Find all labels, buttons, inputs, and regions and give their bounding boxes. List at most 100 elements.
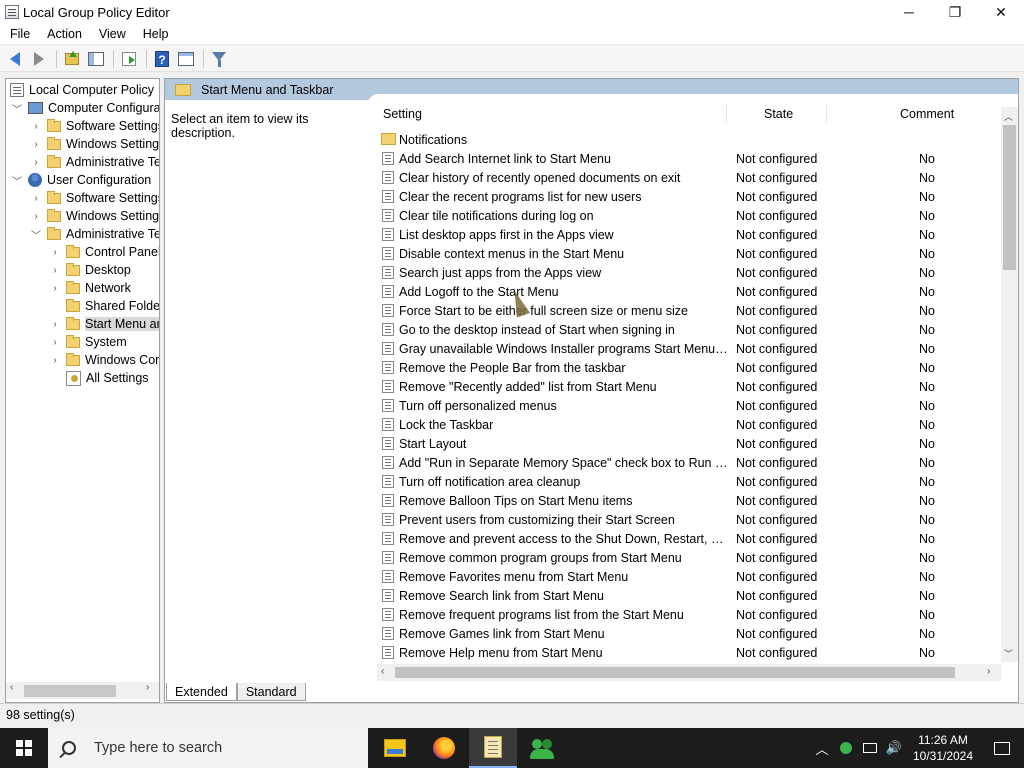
tree-item-shared-folders[interactable]: Shared Folder — [66, 297, 159, 315]
taskbar-firefox[interactable] — [420, 728, 468, 768]
show-hidden-icons-chevron-icon[interactable]: ︿ — [810, 728, 834, 768]
table-row[interactable]: Clear the recent programs list for new u… — [368, 187, 998, 206]
column-divider[interactable] — [726, 105, 727, 123]
table-row[interactable]: Remove common program groups from Start … — [368, 548, 998, 567]
table-row[interactable]: Remove Help menu from Start Menu Not conf… — [368, 643, 998, 660]
tree-item-user-administrative-templates[interactable]: ﹀ Administrative Te — [31, 225, 159, 243]
table-row[interactable]: List desktop apps first in the Apps view… — [368, 225, 998, 244]
table-row[interactable]: Search just apps from the Apps view Not c… — [368, 263, 998, 282]
tree-item-user-windows-settings[interactable]: › Windows Setting — [31, 207, 159, 225]
column-header-comment[interactable]: Comment — [900, 103, 954, 125]
chevron-down-icon[interactable]: ﹀ — [31, 229, 41, 242]
menu-view[interactable]: View — [89, 27, 133, 41]
view-button[interactable] — [175, 48, 197, 70]
column-header-state[interactable]: State — [764, 103, 793, 125]
forward-button[interactable] — [28, 48, 50, 70]
user-status-icon[interactable] — [834, 728, 858, 768]
chevron-right-icon[interactable]: › — [31, 211, 41, 222]
table-row[interactable]: Disable context menus in the Start Menu N… — [368, 244, 998, 263]
table-row[interactable]: Remove Search link from Start Menu Not co… — [368, 586, 998, 605]
menu-action[interactable]: Action — [37, 27, 89, 41]
tree-item-start-menu-and-taskbar[interactable]: › Start Menu ar — [50, 315, 159, 333]
column-header-setting[interactable]: Setting — [383, 103, 422, 125]
taskbar-users[interactable] — [518, 728, 566, 768]
table-row[interactable]: Remove "Recently added" list from Start … — [368, 377, 998, 396]
table-row[interactable]: Remove the People Bar from the taskbar No… — [368, 358, 998, 377]
tree-item-network[interactable]: › Network — [50, 279, 131, 297]
up-one-level-button[interactable] — [61, 48, 83, 70]
back-button[interactable] — [4, 48, 26, 70]
menu-help[interactable]: Help — [133, 27, 176, 41]
taskbar-group-policy-editor[interactable] — [469, 728, 517, 768]
tree-item-administrative-templates[interactable]: › Administrative Te — [31, 153, 159, 171]
table-row[interactable]: Prevent users from customizing their Sta… — [368, 510, 998, 529]
tree-item-all-settings[interactable]: All Settings — [66, 369, 149, 387]
chevron-right-icon[interactable]: › — [50, 319, 60, 330]
chevron-right-icon[interactable]: › — [50, 355, 60, 366]
tree-horizontal-scrollbar[interactable]: ‹ › — [6, 682, 159, 699]
scroll-down-icon[interactable]: ﹀ — [1004, 647, 1013, 660]
chevron-right-icon[interactable]: › — [50, 337, 60, 348]
table-row[interactable]: Remove frequent programs list from the S… — [368, 605, 998, 624]
chevron-right-icon[interactable]: › — [50, 283, 60, 294]
column-divider[interactable] — [826, 105, 827, 123]
tree-item-desktop[interactable]: › Desktop — [50, 261, 131, 279]
tab-standard[interactable]: Standard — [236, 683, 306, 701]
chevron-right-icon[interactable]: › — [31, 121, 41, 132]
scroll-right-icon[interactable]: › — [987, 666, 990, 677]
table-row[interactable]: Remove Games link from Start Menu Not con… — [368, 624, 998, 643]
chevron-down-icon[interactable]: ﹀ — [12, 175, 22, 188]
scroll-left-icon[interactable]: ‹ — [10, 682, 13, 693]
maximize-button[interactable]: ❐ — [932, 0, 978, 24]
table-row[interactable]: Lock the Taskbar Not configured No — [368, 415, 998, 434]
tree-item-user-software-settings[interactable]: › Software Settings — [31, 189, 159, 207]
table-row[interactable]: Force Start to be either full screen siz… — [368, 301, 998, 320]
table-row[interactable]: Turn off personalized menus Not configure… — [368, 396, 998, 415]
taskbar-search[interactable]: Type here to search — [48, 728, 368, 768]
tree-item-computer-configuration[interactable]: ﹀ Computer Configura — [12, 99, 159, 117]
clock[interactable]: 11:26 AM 10/31/2024 — [906, 732, 980, 764]
tree-item-user-configuration[interactable]: ﹀ User Configuration — [12, 171, 151, 189]
table-row[interactable]: Add Search Internet link to Start Menu No… — [368, 149, 998, 168]
list-item-folder[interactable]: Notifications — [368, 130, 998, 149]
table-row[interactable]: Go to the desktop instead of Start when … — [368, 320, 998, 339]
tab-extended[interactable]: Extended — [166, 683, 237, 701]
chevron-right-icon[interactable]: › — [31, 193, 41, 204]
close-button[interactable]: ✕ — [978, 0, 1024, 24]
help-button[interactable]: ? — [151, 48, 173, 70]
filter-button[interactable] — [208, 48, 230, 70]
scroll-right-icon[interactable]: › — [146, 682, 149, 693]
scrollbar-thumb[interactable] — [1003, 125, 1016, 270]
table-row[interactable]: Add Logoff to the Start Menu Not configur… — [368, 282, 998, 301]
menu-file[interactable]: File — [0, 27, 37, 41]
vertical-scrollbar[interactable]: ︿ ﹀ — [1001, 107, 1018, 662]
table-row[interactable]: Remove and prevent access to the Shut Do… — [368, 529, 998, 548]
start-button[interactable] — [0, 728, 48, 768]
tree-item-windows-components[interactable]: › Windows Cor — [50, 351, 159, 369]
scroll-up-icon[interactable]: ︿ — [1004, 110, 1013, 123]
tree-item-control-panel[interactable]: › Control Panel — [50, 243, 159, 261]
chevron-right-icon[interactable]: › — [31, 157, 41, 168]
table-row[interactable]: Add "Run in Separate Memory Space" check… — [368, 453, 998, 472]
show-hide-tree-button[interactable] — [85, 48, 107, 70]
minimize-button[interactable]: ─ — [886, 0, 932, 24]
table-row[interactable]: Remove Favorites menu from Start Menu Not… — [368, 567, 998, 586]
notifications-button[interactable] — [980, 728, 1024, 768]
network-icon[interactable] — [858, 728, 882, 768]
tree-item-software-settings[interactable]: › Software Settings — [31, 117, 159, 135]
volume-icon[interactable]: 🔊 — [882, 728, 906, 768]
table-row[interactable]: Start Layout Not configured No — [368, 434, 998, 453]
table-row[interactable]: Turn off notification area cleanup Not co… — [368, 472, 998, 491]
scroll-left-icon[interactable]: ‹ — [381, 666, 384, 677]
scrollbar-thumb[interactable] — [395, 667, 955, 678]
chevron-down-icon[interactable]: ﹀ — [12, 103, 22, 116]
tree-item-local-computer-policy[interactable]: Local Computer Policy — [10, 81, 154, 99]
tree-item-windows-settings[interactable]: › Windows Setting — [31, 135, 159, 153]
table-row[interactable]: Remove Balloon Tips on Start Menu items N… — [368, 491, 998, 510]
taskbar-file-explorer[interactable] — [371, 728, 419, 768]
horizontal-scrollbar[interactable]: ‹ › — [377, 664, 1001, 681]
table-row[interactable]: Clear tile notifications during log on No… — [368, 206, 998, 225]
scrollbar-thumb[interactable] — [24, 685, 116, 697]
tree-item-system[interactable]: › System — [50, 333, 127, 351]
table-row[interactable]: Gray unavailable Windows Installer progr… — [368, 339, 998, 358]
